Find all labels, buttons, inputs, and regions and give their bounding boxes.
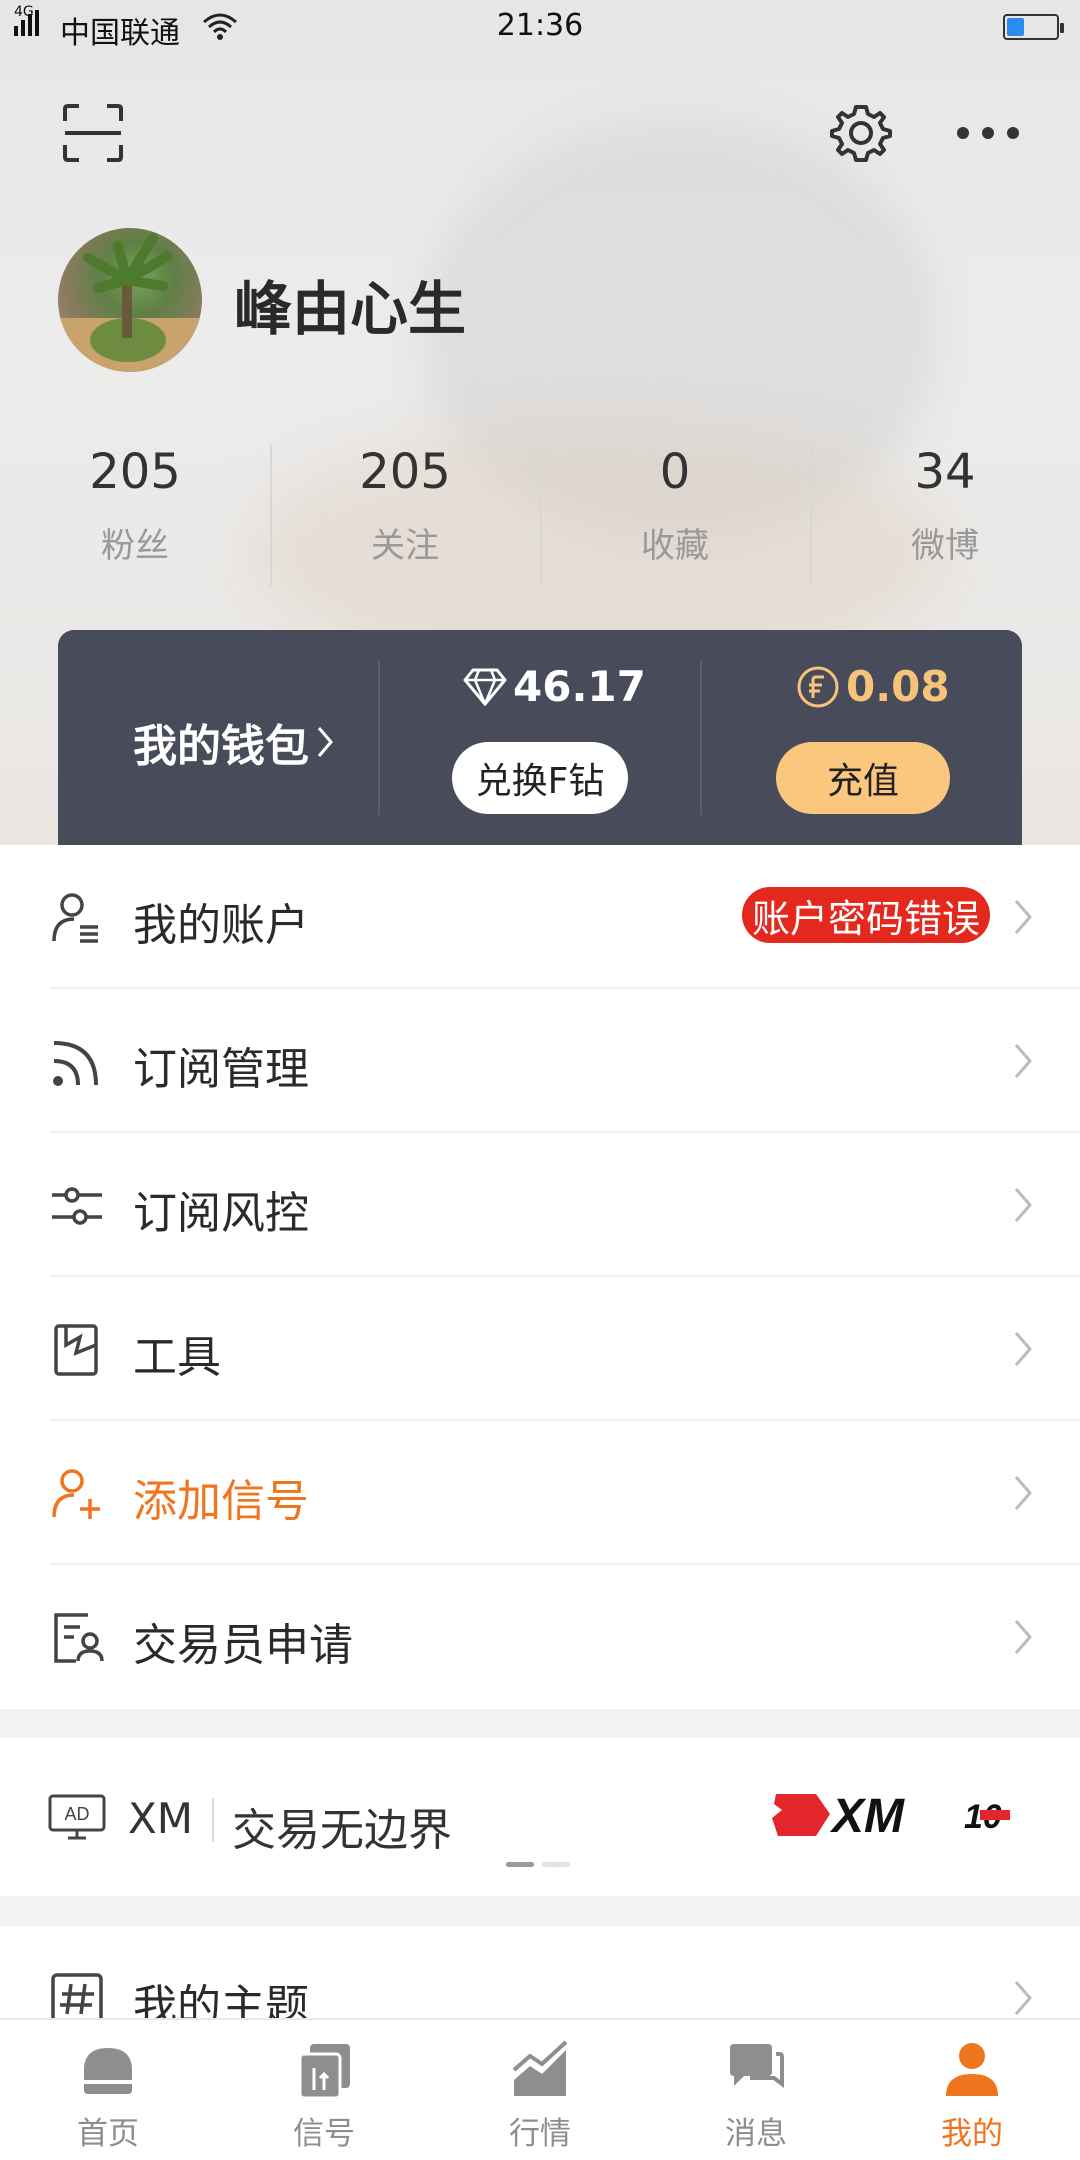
menu-item-label: 添加信号 [133, 1476, 309, 1527]
menu-item-add-signal[interactable]: 添加信号 [0, 1421, 1080, 1565]
wallet-title: 我的钱包 [133, 721, 309, 772]
ad-icon: AD [48, 1794, 106, 1840]
chart-icon [512, 2040, 568, 2096]
wallet-link[interactable]: 我的钱包 [133, 710, 335, 774]
bottom-tab-bar: 首页 信号 行情 消息 我的 [0, 2018, 1080, 2160]
trader-card-icon [54, 1613, 104, 1663]
tab-signal[interactable]: 信号 [216, 2020, 432, 2160]
home-icon [84, 2048, 132, 2094]
chevron-right-icon [1014, 1044, 1032, 1078]
ad-pager [506, 1862, 570, 1867]
tab-label: 行情 [509, 2116, 571, 2152]
wallet-panel: 我的钱包 46.17 兑换F钻 0.08 充值 [58, 630, 1022, 845]
svg-text:AD: AD [64, 1804, 89, 1824]
stat-label: 粉丝 [101, 526, 169, 566]
menu-item-trader-apply[interactable]: 交易员申请 [0, 1565, 1080, 1709]
more-icon [957, 127, 1019, 139]
diamond-value: 46.17 [513, 662, 646, 711]
coin-icon [797, 666, 839, 707]
chevron-right-icon [1014, 1332, 1032, 1366]
message-icon [730, 2044, 784, 2088]
stat-value: 0 [659, 444, 691, 500]
stat-fans[interactable]: 205 粉丝 [0, 440, 270, 590]
chevron-right-icon [1014, 1981, 1032, 2015]
chevron-right-icon [317, 727, 333, 757]
tab-label: 首页 [77, 2116, 139, 2152]
menu-item-tools[interactable]: 工具 [0, 1277, 1080, 1421]
svg-text:XM: XM [829, 1790, 905, 1842]
more-button[interactable] [952, 110, 1024, 156]
signal-icon [298, 2044, 350, 2100]
tab-market[interactable]: 行情 [432, 2020, 648, 2160]
divider [700, 660, 702, 815]
tab-label: 我的 [941, 2116, 1003, 2152]
ad-slogan: 交易无边界 [232, 1805, 452, 1856]
gear-icon [830, 105, 892, 162]
sliders-icon [52, 1187, 102, 1225]
menu-item-label: 我的账户 [133, 900, 309, 951]
stat-following[interactable]: 205 关注 [270, 440, 540, 590]
tab-label: 消息 [725, 2116, 787, 2152]
xm-logo: XM 10 [772, 1790, 1010, 1842]
stat-label: 关注 [371, 526, 439, 566]
menu-item-risk-control[interactable]: 订阅风控 [0, 1133, 1080, 1277]
menu-item-label: 工具 [133, 1332, 221, 1383]
stat-label: 收藏 [641, 526, 709, 566]
ad-brand: XM [128, 1794, 194, 1843]
tab-label: 信号 [293, 2116, 355, 2152]
rss-icon [53, 1041, 98, 1086]
me-icon [946, 2043, 998, 2096]
menu-item-label: 订阅风控 [133, 1188, 309, 1239]
stat-weibo[interactable]: 34 微博 [810, 440, 1080, 590]
username: 峰由心生 [234, 275, 467, 343]
chevron-right-icon [1014, 1188, 1032, 1222]
menu-item-subscriptions[interactable]: 订阅管理 [0, 989, 1080, 1133]
avatar[interactable] [58, 228, 202, 372]
stat-value: 205 [89, 444, 181, 500]
exchange-button[interactable]: 兑换F钻 [452, 742, 628, 814]
menu-item-account[interactable]: 我的账户 账户密码错误 [0, 845, 1080, 989]
scan-icon [63, 104, 123, 162]
stat-favorites[interactable]: 0 收藏 [540, 440, 810, 590]
stat-label: 微博 [911, 526, 979, 566]
tab-home[interactable]: 首页 [0, 2020, 216, 2160]
coin-value: 0.08 [846, 662, 950, 711]
stat-value: 34 [914, 444, 976, 500]
diamond-balance: 46.17 [463, 662, 646, 711]
menu-item-label: 订阅管理 [133, 1044, 309, 1095]
stat-value: 205 [359, 444, 451, 500]
tab-me[interactable]: 我的 [864, 2020, 1080, 2160]
add-user-icon [52, 1469, 100, 1519]
status-bar: 4G 中国联通 21:36 [0, 0, 1080, 58]
chevron-right-icon [1014, 1476, 1032, 1510]
settings-button[interactable] [826, 98, 896, 168]
user-list-icon [52, 893, 98, 943]
battery-icon [1003, 14, 1064, 40]
tab-messages[interactable]: 消息 [648, 2020, 864, 2160]
tool-icon [54, 1324, 98, 1376]
diamond-icon [463, 668, 507, 706]
recharge-button[interactable]: 充值 [776, 742, 950, 814]
menu-list: 我的账户 账户密码错误 订阅管理 订阅风控 工具 添加信号 交易员申请 [0, 845, 1080, 1709]
chevron-right-icon [1014, 900, 1032, 934]
chevron-right-icon [1014, 1620, 1032, 1654]
ad-banner[interactable]: AD XM 交易无边界 XM 10 [0, 1738, 1080, 1896]
divider [378, 660, 380, 815]
coin-balance: 0.08 [796, 662, 950, 711]
error-badge: 账户密码错误 [742, 887, 991, 943]
scan-button[interactable] [60, 100, 126, 166]
profile-stats: 205 粉丝 205 关注 0 收藏 34 微博 [0, 440, 1080, 590]
clock: 21:36 [496, 8, 584, 43]
menu-item-label: 交易员申请 [133, 1620, 353, 1671]
